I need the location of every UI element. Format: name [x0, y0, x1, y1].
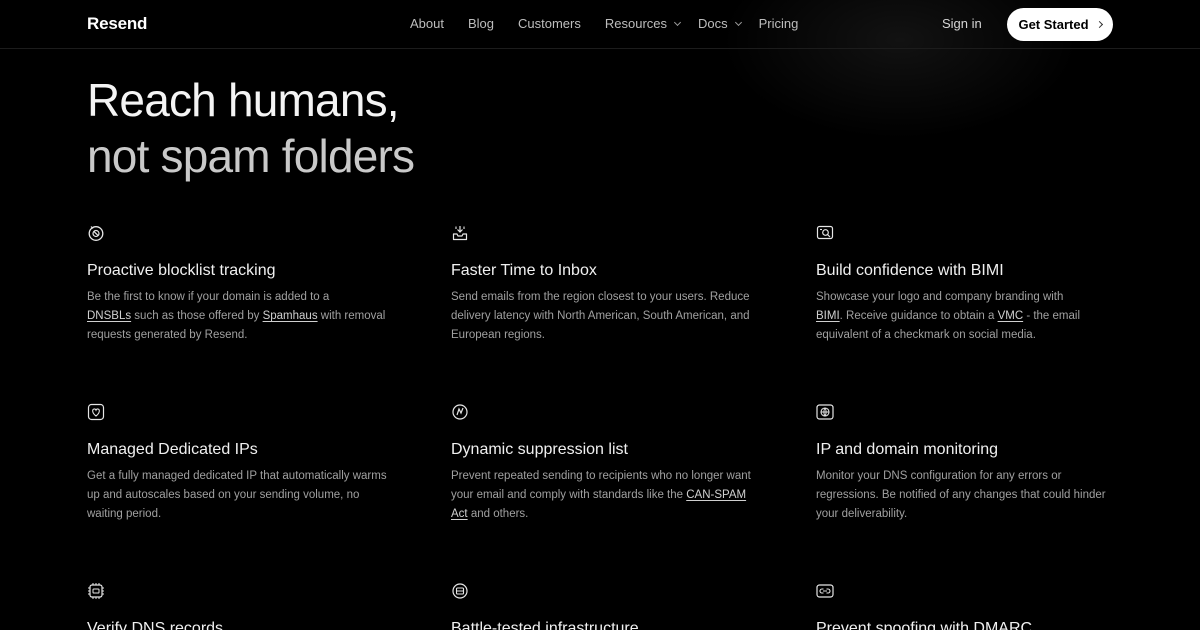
feature-suppression: Dynamic suppression list Prevent repeate… — [451, 403, 751, 524]
nav-about[interactable]: About — [410, 16, 444, 31]
desc-text: Be the first to know if your domain is a… — [87, 291, 330, 303]
blocklist-icon — [88, 226, 104, 241]
nav-customers[interactable]: Customers — [518, 16, 581, 31]
feature-title: IP and domain monitoring — [816, 441, 999, 458]
nav-docs[interactable]: Docs — [698, 16, 742, 31]
feature-infrastructure: Battle-tested infrastructure — [451, 582, 751, 630]
hero-line-2: not spam folders — [87, 130, 415, 182]
feature-dedicated-ips: Managed Dedicated IPs Get a fully manage… — [87, 403, 387, 524]
feature-title: Build confidence with BIMI — [816, 262, 1004, 279]
nav-resources[interactable]: Resources — [604, 16, 682, 31]
desc-text: . Receive guidance to obtain a — [839, 310, 998, 322]
get-started-button[interactable]: Get Started — [1007, 8, 1113, 41]
dnsbls-link[interactable]: DNSBLs — [87, 310, 131, 322]
feature-description: Be the first to know if your domain is a… — [87, 288, 387, 345]
dmarc-icon — [816, 584, 834, 598]
feature-faster-inbox: Faster Time to Inbox Send emails from th… — [451, 224, 751, 345]
feature-title: Dynamic suppression list — [451, 441, 628, 458]
feature-dmarc: Prevent spoofing with DMARC — [816, 582, 1116, 630]
suppression-icon — [452, 404, 468, 420]
feature-title: Battle-tested infrastructure — [451, 620, 639, 630]
vmc-link[interactable]: VMC — [998, 310, 1024, 322]
nav-blog[interactable]: Blog — [468, 16, 494, 31]
hero-line-1: Reach humans, — [87, 74, 400, 126]
feature-description: Prevent repeated sending to recipients w… — [451, 467, 751, 524]
chevron-down-icon — [673, 18, 682, 26]
dns-chip-icon — [88, 583, 104, 599]
dedicated-ip-icon — [87, 403, 105, 421]
feature-title: Faster Time to Inbox — [451, 262, 597, 279]
resend-logo[interactable]: Resend — [87, 14, 147, 34]
hero-heading: Reach humans, not spam folders — [87, 72, 415, 184]
top-navigation: Resend About Blog Customers Resources Do… — [0, 0, 1200, 49]
inbox-icon — [452, 226, 468, 241]
bimi-link[interactable]: BIMI — [816, 310, 840, 322]
feature-description: Showcase your logo and company branding … — [816, 288, 1116, 345]
feature-blocklist: Proactive blocklist tracking Be the firs… — [87, 224, 387, 345]
desc-text: such as those offered by — [131, 310, 263, 322]
feature-title: Verify DNS records — [87, 620, 224, 630]
feature-description: Monitor your DNS configuration for any e… — [816, 470, 1106, 520]
nav-pricing[interactable]: Pricing — [759, 16, 799, 31]
get-started-label: Get Started — [1018, 17, 1089, 32]
main-menu: About Blog Customers Resources Docs Pric… — [410, 16, 822, 31]
feature-verify-dns: Verify DNS records — [87, 582, 387, 630]
bimi-icon — [816, 225, 834, 240]
feature-title: Proactive blocklist tracking — [87, 262, 276, 279]
spamhaus-link[interactable]: Spamhaus — [263, 310, 318, 322]
desc-text: and others. — [467, 508, 529, 520]
chevron-right-icon — [1095, 20, 1103, 29]
feature-monitoring: IP and domain monitoring Monitor your DN… — [816, 403, 1116, 524]
feature-description: Send emails from the region closest to y… — [451, 291, 750, 341]
nav-resources-label: Resources — [604, 16, 668, 31]
globe-icon — [816, 404, 834, 420]
chevron-down-icon — [734, 18, 742, 26]
feature-description: Get a fully managed dedicated IP that au… — [87, 470, 387, 520]
sign-in-link[interactable]: Sign in — [942, 16, 982, 31]
feature-bimi: Build confidence with BIMI Showcase your… — [816, 224, 1116, 345]
desc-text: Showcase your logo and company branding … — [816, 291, 1064, 303]
infrastructure-icon — [452, 583, 468, 599]
feature-title: Managed Dedicated IPs — [87, 441, 258, 458]
nav-docs-label: Docs — [698, 16, 728, 31]
feature-title: Prevent spoofing with DMARC — [816, 620, 1033, 630]
